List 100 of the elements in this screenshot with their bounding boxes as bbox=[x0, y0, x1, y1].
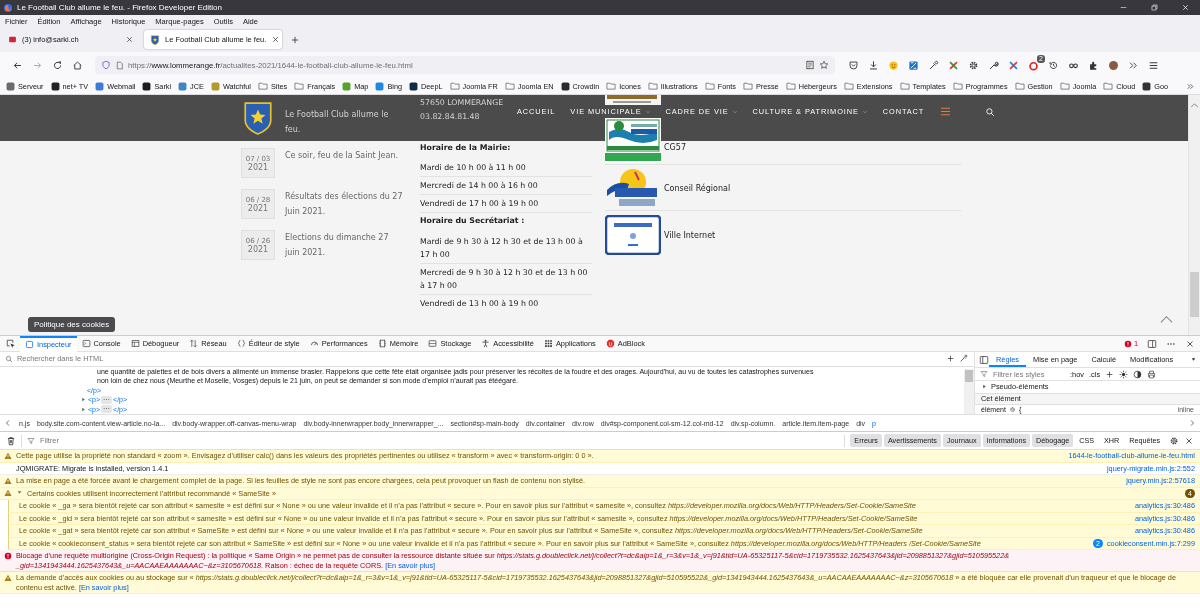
grid-icon bbox=[543, 339, 553, 348]
smiley-icon[interactable] bbox=[888, 59, 899, 71]
star-icon[interactable] bbox=[819, 60, 829, 70]
folder-icon bbox=[258, 81, 268, 91]
folder-icon bbox=[606, 81, 617, 91]
folder-icon bbox=[843, 81, 854, 91]
history-icon[interactable] bbox=[1048, 59, 1059, 71]
ring-icon[interactable] bbox=[1028, 59, 1039, 71]
news-link[interactable]: Le Football Club allume le feu. bbox=[285, 107, 403, 137]
filter-icon bbox=[27, 436, 35, 445]
close-icon[interactable] bbox=[271, 35, 281, 44]
site-icon bbox=[342, 81, 352, 91]
frame-icon[interactable] bbox=[908, 59, 919, 71]
sidebar-toggle-icon[interactable] bbox=[979, 354, 989, 365]
expand-arrow-icon[interactable] bbox=[16, 489, 23, 496]
site-icon bbox=[6, 81, 15, 91]
site-icon bbox=[375, 81, 385, 91]
filter-icon bbox=[980, 370, 988, 379]
inspector-icon bbox=[25, 340, 34, 349]
home-icon[interactable] bbox=[72, 59, 83, 71]
cross-icon[interactable] bbox=[948, 59, 959, 71]
error-icon bbox=[4, 551, 12, 560]
folder-icon bbox=[785, 81, 796, 91]
folder-icon bbox=[504, 81, 515, 91]
add-icon[interactable] bbox=[1105, 369, 1115, 379]
cross-icon[interactable] bbox=[1008, 59, 1019, 71]
close-icon[interactable] bbox=[1184, 435, 1194, 446]
warning-icon bbox=[4, 451, 12, 460]
reload-icon[interactable] bbox=[52, 59, 63, 71]
partner-logo[interactable] bbox=[605, 118, 661, 163]
reader-icon[interactable] bbox=[805, 60, 815, 70]
puzzle-icon[interactable] bbox=[1088, 59, 1099, 71]
close-icon[interactable] bbox=[1185, 338, 1195, 349]
chevrons-icon[interactable] bbox=[1186, 81, 1195, 91]
avatar-icon[interactable] bbox=[1108, 59, 1119, 71]
settings-icon[interactable] bbox=[1169, 435, 1179, 446]
folder-icon bbox=[1103, 81, 1114, 91]
eyedropper-icon[interactable] bbox=[928, 59, 939, 71]
site-icon bbox=[210, 81, 220, 91]
year-text: 2021 bbox=[247, 244, 269, 254]
page-icon[interactable] bbox=[115, 60, 124, 70]
print-icon[interactable] bbox=[1147, 369, 1157, 379]
eyedropper-icon[interactable] bbox=[959, 354, 968, 364]
tooltip: Politique des cookies bbox=[28, 317, 116, 332]
accessibility-icon bbox=[481, 339, 491, 348]
add-icon[interactable] bbox=[946, 354, 955, 364]
gear-icon[interactable] bbox=[968, 59, 979, 71]
partner-logo[interactable] bbox=[605, 215, 661, 255]
braces-icon bbox=[236, 339, 246, 348]
contrast-icon[interactable] bbox=[1133, 369, 1143, 379]
menu-icon[interactable] bbox=[1148, 59, 1159, 71]
partner-label[interactable]: CG57 bbox=[664, 143, 686, 152]
expand-arrow-icon[interactable] bbox=[981, 383, 988, 391]
site-icon bbox=[178, 81, 188, 91]
dock-icon[interactable] bbox=[1147, 338, 1157, 349]
folder-icon bbox=[1059, 81, 1070, 91]
folder-icon bbox=[952, 81, 963, 91]
partner-label[interactable]: Conseil Régional bbox=[664, 183, 731, 193]
scrollbar-thumb[interactable] bbox=[965, 370, 973, 382]
chevrons-icon[interactable] bbox=[1128, 59, 1139, 71]
news-link[interactable]: Ce soir, feu de la Saint Jean. bbox=[285, 148, 403, 163]
caret-icon bbox=[861, 108, 868, 115]
scrollbar-thumb[interactable] bbox=[1190, 272, 1199, 317]
warning-icon bbox=[4, 573, 12, 582]
site-icon bbox=[95, 81, 105, 91]
year-text: 2021 bbox=[247, 162, 269, 172]
search-icon bbox=[5, 355, 13, 363]
pocket-icon[interactable] bbox=[848, 59, 859, 71]
stop-sign-icon bbox=[605, 339, 615, 348]
news-link[interactable]: Résultats des élections du 27 Juin 2021. bbox=[285, 189, 403, 219]
storage-icon bbox=[428, 339, 438, 348]
expand-arrow-icon[interactable] bbox=[80, 396, 87, 404]
shield-icon[interactable] bbox=[101, 60, 111, 70]
console-icon bbox=[81, 339, 91, 348]
restore-icon[interactable] bbox=[1150, 3, 1159, 12]
caret-icon bbox=[731, 108, 738, 115]
caret-icon[interactable] bbox=[1190, 356, 1197, 363]
partner-label[interactable]: Ville Internet bbox=[664, 230, 716, 240]
pick-element-icon[interactable] bbox=[6, 338, 16, 349]
coat-of-arms-icon[interactable] bbox=[241, 101, 275, 135]
sun-icon[interactable] bbox=[1119, 369, 1129, 379]
new-tab-icon[interactable] bbox=[290, 34, 300, 45]
folder-icon bbox=[294, 81, 305, 91]
folder-icon bbox=[1014, 81, 1025, 91]
search-icon[interactable] bbox=[985, 106, 996, 117]
coat-of-arms-icon bbox=[150, 34, 160, 45]
error-icon[interactable] bbox=[1123, 339, 1132, 348]
download-icon[interactable] bbox=[868, 59, 879, 71]
trash-icon[interactable] bbox=[6, 435, 16, 446]
news-link[interactable]: Elections du dimanche 27 juin 2021. bbox=[285, 230, 403, 260]
folder-icon bbox=[647, 81, 658, 91]
gauge-icon bbox=[309, 339, 319, 348]
warning-icon bbox=[4, 489, 12, 497]
caret-icon bbox=[644, 108, 651, 115]
app-icon bbox=[3, 2, 13, 13]
site-icon bbox=[50, 81, 60, 91]
back-icon[interactable] bbox=[12, 59, 23, 71]
expand-arrow-icon[interactable] bbox=[80, 405, 87, 413]
wrench-icon[interactable] bbox=[988, 59, 999, 71]
close-icon[interactable] bbox=[125, 35, 134, 44]
